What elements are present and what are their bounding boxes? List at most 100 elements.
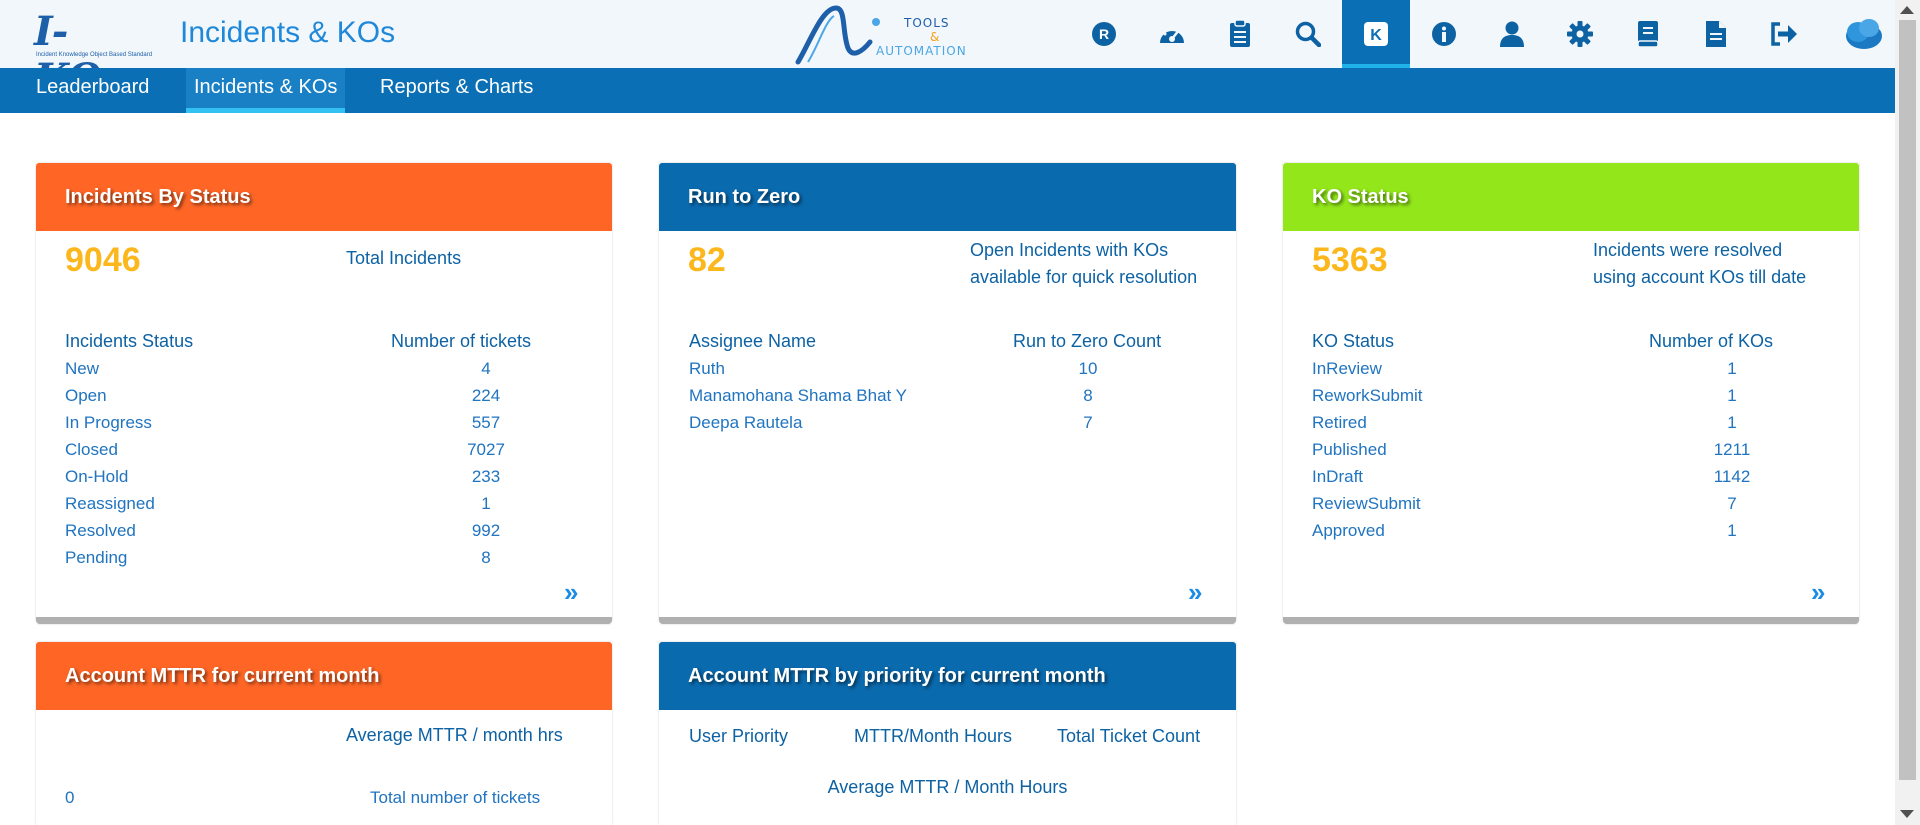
column-header-ko-status: KO Status	[1312, 331, 1395, 351]
info-icon	[1432, 22, 1456, 46]
user-button[interactable]	[1478, 0, 1546, 68]
r-badge-icon: R	[1092, 22, 1116, 46]
average-mttr-month-hours-label: Average MTTR / Month Hours	[827, 777, 1068, 797]
count-cell: 1211	[1713, 440, 1751, 459]
ko-total-value: 5363	[1312, 241, 1388, 279]
ko-status-cell: Published	[1312, 440, 1387, 459]
more-link[interactable]: »	[1188, 579, 1202, 605]
more-link[interactable]: »	[1811, 579, 1825, 605]
document-button[interactable]	[1682, 0, 1750, 68]
count-cell: 224	[471, 386, 501, 405]
run-to-zero-total-value: 82	[688, 241, 726, 279]
logout-icon	[1771, 22, 1797, 46]
status-cell: On-Hold	[65, 467, 129, 486]
column-header-mttr-hours: MTTR/Month Hours	[854, 726, 1013, 746]
count-cell: 1	[1727, 521, 1737, 540]
average-mttr-label: Average MTTR / month hrs	[346, 725, 563, 745]
tools-automation-swoosh-icon	[795, 5, 880, 65]
ko-desc-line2: using account KOs till date	[1593, 267, 1807, 287]
status-cell: Pending	[65, 548, 128, 567]
count-cell: 8	[481, 548, 491, 567]
logo-subtitle: Incident Knowledge Object Based Standard	[36, 52, 153, 58]
column-header-status: Incidents Status	[65, 331, 194, 351]
total-incidents-value: 9046	[65, 241, 141, 279]
ko-icon: K	[1364, 22, 1388, 46]
status-cell: Resolved	[65, 521, 136, 540]
status-cell: Open	[65, 386, 107, 405]
count-cell: 557	[471, 413, 501, 432]
run-to-zero-card: Run to Zero 82 Open Incidents with KOs a…	[659, 163, 1236, 624]
partner-logo-line2: AUTOMATION	[876, 44, 967, 58]
card-title: KO Status	[1283, 163, 1859, 231]
account-mttr-priority-card: Account MTTR by priority for current mon…	[659, 642, 1236, 825]
book-icon	[1637, 21, 1659, 47]
dashboard-button[interactable]	[1138, 0, 1206, 68]
r-badge-button[interactable]: R	[1070, 0, 1138, 68]
tab-incidents-kos[interactable]: Incidents & KOs	[186, 68, 346, 113]
card-title: Incidents By Status	[36, 163, 612, 231]
ko-status-card: KO Status 5363 Incidents were resolved u…	[1283, 163, 1859, 624]
document-icon	[1706, 21, 1726, 47]
count-cell: 233	[471, 467, 501, 486]
card-title: Run to Zero	[659, 163, 1236, 231]
user-icon	[1500, 21, 1524, 47]
dashboard-gauge-icon	[1160, 27, 1184, 43]
book-button[interactable]	[1614, 0, 1682, 68]
count-cell: 1142	[1713, 467, 1751, 486]
account-mttr-month-card: Account MTTR for current month Average M…	[36, 642, 612, 825]
ko-status-cell: ReworkSubmit	[1312, 386, 1423, 405]
scroll-up-arrow-icon[interactable]	[1900, 6, 1914, 14]
more-link[interactable]: »	[564, 579, 578, 605]
card-title: Account MTTR for current month	[36, 642, 612, 710]
status-cell: Closed	[65, 440, 118, 459]
search-button[interactable]	[1274, 0, 1342, 68]
count-cell: 7	[1083, 413, 1093, 432]
top-header: I-KOη Incident Knowledge Object Based St…	[0, 0, 1895, 102]
total-tickets-label: Total number of tickets	[370, 788, 541, 807]
ko-status-cell: ReviewSubmit	[1312, 494, 1421, 513]
ko-desc-line1: Incidents were resolved	[1593, 240, 1783, 260]
info-button[interactable]	[1410, 0, 1478, 68]
clipboard-button[interactable]	[1206, 0, 1274, 68]
ko-status-cell: Retired	[1312, 413, 1367, 432]
page-title: Incidents & KOs	[180, 16, 396, 49]
count-cell: 992	[471, 521, 501, 540]
count-cell: 1	[1727, 359, 1737, 378]
run-to-zero-desc-line1: Open Incidents with KOs	[970, 240, 1169, 260]
status-cell: In Progress	[65, 413, 152, 432]
profile-avatar-icon[interactable]	[1842, 14, 1884, 54]
clipboard-icon	[1230, 20, 1250, 47]
count-cell: 1	[1727, 386, 1737, 405]
assignee-cell: Ruth	[689, 359, 725, 378]
svg-text:K: K	[1370, 27, 1382, 44]
card-title: Account MTTR by priority for current mon…	[659, 642, 1236, 710]
logout-button[interactable]	[1750, 0, 1818, 68]
tab-reports-charts[interactable]: Reports & Charts	[372, 68, 541, 113]
gear-icon	[1567, 21, 1593, 47]
tab-leaderboard[interactable]: Leaderboard	[28, 68, 157, 113]
count-cell: 10	[1078, 359, 1098, 378]
count-cell: 1	[481, 494, 491, 513]
scroll-down-arrow-icon[interactable]	[1900, 810, 1914, 818]
count-cell: 7027	[467, 440, 505, 459]
ko-button[interactable]: K	[1342, 0, 1410, 68]
count-cell: 4	[481, 359, 491, 378]
scroll-thumb[interactable]	[1899, 20, 1916, 780]
column-header-count: Run to Zero Count	[1013, 331, 1162, 351]
ikon-logo[interactable]: I-KOη Incident Knowledge Object Based St…	[34, 8, 154, 102]
count-cell: 1	[1727, 413, 1737, 432]
settings-button[interactable]	[1546, 0, 1614, 68]
column-header-ko-count: Number of KOs	[1649, 331, 1774, 351]
partner-logo-line1: TOOLS	[904, 16, 950, 30]
ko-status-cell: InReview	[1312, 359, 1382, 378]
tools-automation-logo: TOOLS & AUTOMATION	[792, 2, 1002, 66]
status-cell: New	[65, 359, 100, 378]
run-to-zero-desc-line2: available for quick resolution	[970, 267, 1198, 287]
assignee-cell: Deepa Rautela	[689, 413, 803, 432]
count-cell: 8	[1083, 386, 1093, 405]
column-header-tickets: Number of tickets	[391, 331, 532, 351]
vertical-scrollbar[interactable]	[1895, 0, 1920, 825]
assignee-cell: Manamohana Shama Bhat Y	[689, 386, 907, 405]
search-icon	[1295, 21, 1321, 47]
column-header-user-priority: User Priority	[689, 726, 789, 746]
